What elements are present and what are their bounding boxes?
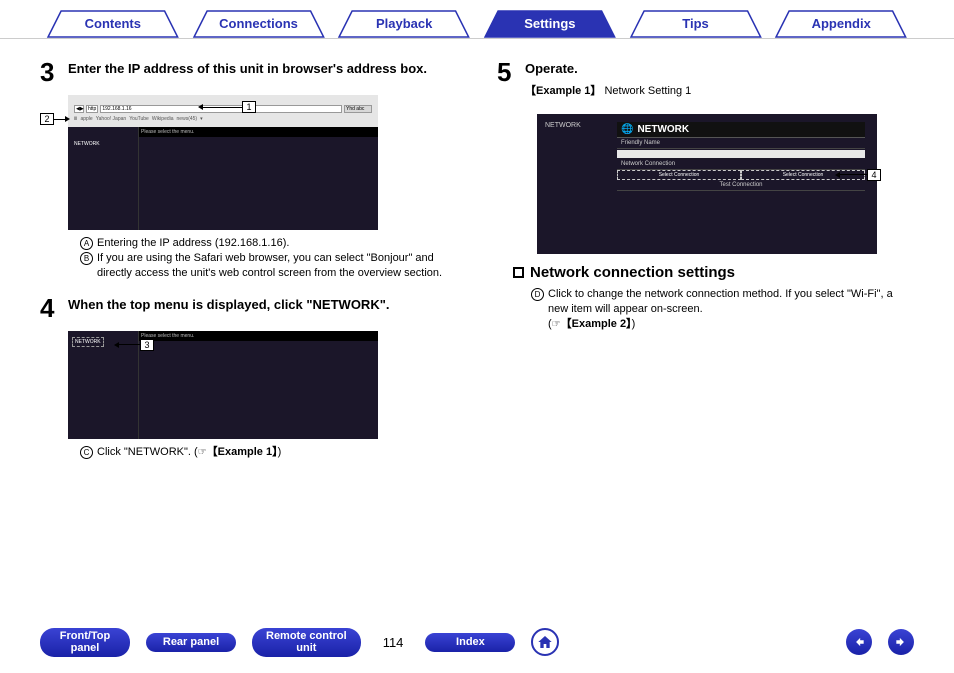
screenshot-network-settings: NETWORK 🌐 NETWORK Friendly Name Network C…	[537, 114, 877, 254]
note-3-text: Click "NETWORK". (☞【Example 1】)	[97, 445, 281, 460]
note-4-block: D Click to change the network connection…	[531, 287, 914, 332]
row-test-connection: Test Connection	[617, 180, 865, 191]
side-network-box: NETWORK	[72, 337, 104, 347]
tab-label: Contents	[85, 16, 141, 31]
tab-playback[interactable]: Playback	[331, 10, 477, 38]
screenshot-browser-address: ◀▶ http 192.168.1.16 Yhd abc Ⅲ apple Yah…	[68, 95, 378, 230]
tab-label: Connections	[219, 16, 298, 31]
left-column: 3 Enter the IP address of this unit in b…	[40, 59, 457, 473]
step-3-notes: A Entering the IP address (192.168.1.16).…	[80, 236, 457, 281]
right-column: 5 Operate. 【Example 1】 Network Setting 1…	[497, 59, 914, 473]
main-content: 3 Enter the IP address of this unit in b…	[0, 39, 954, 473]
tab-connections[interactable]: Connections	[186, 10, 332, 38]
btn-index[interactable]: Index	[425, 633, 515, 652]
page-number: 114	[377, 635, 410, 650]
addr-extra: Yhd abc	[344, 105, 372, 113]
btn-rear-panel[interactable]: Rear panel	[146, 633, 236, 652]
select-connection-1: Select Connection	[617, 170, 741, 180]
square-bullet-icon	[513, 267, 524, 278]
hint-text: Please select the menu.	[139, 127, 378, 137]
arrow-right-icon	[894, 635, 908, 649]
note-num-4: D	[531, 288, 544, 301]
tab-appendix[interactable]: Appendix	[768, 10, 914, 38]
tab-settings[interactable]: Settings	[477, 10, 623, 38]
tab-label: Settings	[524, 16, 575, 31]
callout-1: 1	[198, 101, 256, 113]
tab-label: Playback	[376, 16, 432, 31]
bottom-nav: Front/Toppanel Rear panel Remote control…	[40, 628, 914, 657]
step-5-sub: 【Example 1】 Network Setting 1	[525, 82, 914, 98]
tab-contents[interactable]: Contents	[40, 10, 186, 38]
callout-2: 2	[40, 113, 70, 125]
step-5-title: Operate.	[525, 61, 914, 78]
note-1-text: Entering the IP address (192.168.1.16).	[97, 236, 289, 251]
step-3: 3 Enter the IP address of this unit in b…	[40, 59, 457, 85]
side-network: NETWORK	[68, 127, 138, 161]
tab-label: Appendix	[812, 16, 871, 31]
subheading-network-connection: Network connection settings	[513, 264, 914, 281]
note-num-1: A	[80, 237, 93, 250]
step-4: 4 When the top menu is displayed, click …	[40, 295, 457, 321]
btn-next-page[interactable]	[888, 629, 914, 655]
top-tab-bar: Contents Connections Playback Settings T…	[0, 0, 954, 39]
nw-title: NETWORK	[637, 124, 689, 135]
btn-prev-page[interactable]	[846, 629, 872, 655]
globe-icon: 🌐	[621, 124, 633, 135]
step-number: 3	[40, 59, 68, 85]
note-2-text: If you are using the Safari web browser,…	[97, 251, 457, 281]
callout-3: 3	[114, 339, 154, 351]
note-num-3: C	[80, 446, 93, 459]
step-4-notes: C Click "NETWORK". (☞【Example 1】)	[80, 445, 457, 460]
tab-label: Tips	[682, 16, 709, 31]
note-num-2: B	[80, 252, 93, 265]
row-friendly-name: Friendly Name	[617, 138, 865, 149]
btn-front-top-panel[interactable]: Front/Toppanel	[40, 628, 130, 657]
step-number: 4	[40, 295, 68, 321]
screenshot-top-menu: NETWORK Please select the menu. 3	[68, 331, 378, 439]
step-3-title: Enter the IP address of this unit in bro…	[68, 61, 457, 78]
home-icon	[537, 634, 553, 650]
step-number: 5	[497, 59, 525, 104]
tab-tips[interactable]: Tips	[623, 10, 769, 38]
addr-scheme: http	[86, 105, 98, 113]
note-4-line1: Click to change the network connection m…	[548, 287, 914, 317]
hint-text: Please select the menu.	[139, 331, 378, 341]
note-4-line2: (☞【Example 2】)	[548, 317, 914, 332]
callout-4: 4	[835, 169, 881, 181]
btn-remote-control-unit[interactable]: Remote controlunit	[252, 628, 361, 657]
row-network-connection: Network Connection	[617, 159, 865, 170]
nw-side-label: NETWORK	[545, 122, 581, 129]
friendly-name-input	[617, 150, 865, 158]
step-5: 5 Operate. 【Example 1】 Network Setting 1	[497, 59, 914, 104]
btn-home[interactable]	[531, 628, 559, 656]
step-4-title: When the top menu is displayed, click "N…	[68, 297, 457, 314]
arrow-left-icon	[852, 635, 866, 649]
